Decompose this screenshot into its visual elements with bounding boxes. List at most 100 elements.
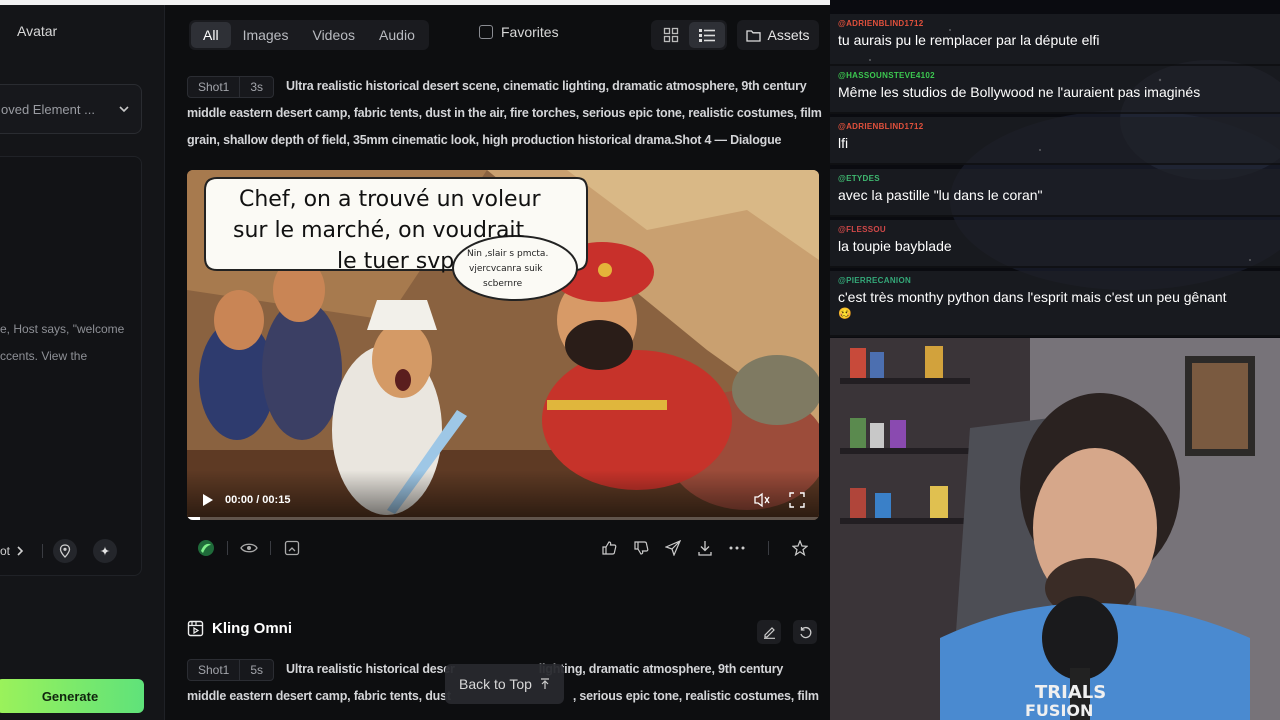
upscale-button[interactable] bbox=[281, 537, 303, 559]
shirt-text: FUSION bbox=[1025, 701, 1093, 720]
prompt-line: Ultra realistic historical deser bbox=[286, 662, 455, 676]
chat-message: @FLESSOU la toupie bayblade bbox=[830, 220, 1280, 268]
chat-emoji: 🥴 bbox=[838, 308, 852, 320]
chat-username: @FLESSOU bbox=[838, 225, 886, 234]
grid-view-button[interactable] bbox=[653, 22, 689, 48]
duration-label: 5s bbox=[250, 662, 264, 677]
more-button[interactable] bbox=[726, 537, 748, 559]
back-to-top-button[interactable]: Back to Top bbox=[445, 664, 564, 704]
video-clip-icon bbox=[187, 620, 204, 637]
shot-label: ot bbox=[0, 544, 11, 558]
favorites-checkbox[interactable] bbox=[479, 25, 493, 39]
favorites-label: Favorites bbox=[501, 24, 559, 40]
video-controls: 00:00 / 00:15 bbox=[187, 480, 819, 520]
list-view-button[interactable] bbox=[689, 22, 725, 48]
dislike-button[interactable] bbox=[630, 537, 652, 559]
favorite-button[interactable] bbox=[789, 537, 811, 559]
left-sidebar: Avatar oved Element ... e, Host says, "w… bbox=[0, 0, 165, 720]
tab-all[interactable]: All bbox=[191, 22, 231, 48]
assets-button[interactable]: Assets bbox=[737, 20, 819, 50]
item-action-bar bbox=[187, 532, 819, 564]
list-icon bbox=[699, 29, 715, 42]
prompt-line: middle eastern desert camp, fabric tents… bbox=[187, 106, 822, 120]
chat-text: avec la pastille "lu dans le coran" bbox=[838, 187, 1043, 203]
download-button[interactable] bbox=[694, 537, 716, 559]
prompt-line: middle eastern desert camp, fabric tents… bbox=[187, 689, 451, 703]
chat-message: @ADRIENBLIND1712 tu aurais pu le remplace… bbox=[830, 14, 1280, 66]
back-to-top-label: Back to Top bbox=[459, 676, 532, 692]
play-icon[interactable] bbox=[201, 493, 215, 507]
speech-line-small: scbernre bbox=[483, 279, 523, 289]
shot-duration-pill: Shot1 3s bbox=[187, 75, 275, 98]
chat-message: @ETYDES avec la pastille "lu dans le cora… bbox=[830, 169, 1280, 217]
chat-text: c'est très monthy python dans l'esprit m… bbox=[838, 289, 1227, 305]
thumbs-up-icon bbox=[602, 541, 617, 555]
duration-label: 3s bbox=[250, 79, 264, 94]
arrow-up-icon bbox=[540, 678, 549, 689]
video-progress-bar[interactable] bbox=[187, 517, 819, 520]
sparkle-icon bbox=[100, 546, 111, 556]
speech-line-small: Nin ,slair s pmcta. bbox=[467, 249, 548, 259]
element-select[interactable]: oved Element ... bbox=[0, 84, 142, 134]
folder-icon bbox=[746, 29, 762, 42]
stream-chat: @ADRIENBLIND1712 tu aurais pu le remplace… bbox=[830, 0, 1280, 338]
shot-label: Shot1 bbox=[198, 662, 230, 677]
top-highlight-bar bbox=[165, 0, 830, 5]
prompt-line: lighting, dramatic atmosphere, 9th centu… bbox=[538, 662, 784, 676]
chat-text: la toupie bayblade bbox=[838, 238, 952, 254]
chat-username: @HASSOUNSTEVE4102 bbox=[838, 71, 935, 80]
fullscreen-icon[interactable] bbox=[789, 492, 805, 508]
chat-text: lfi bbox=[838, 135, 849, 151]
preview-button[interactable] bbox=[238, 537, 260, 559]
tab-videos[interactable]: Videos bbox=[300, 22, 367, 48]
speech-line: le tuer svp bbox=[337, 249, 454, 274]
filter-tabs: All Images Videos Audio bbox=[189, 20, 429, 50]
share-button[interactable] bbox=[662, 537, 684, 559]
chat-message: @HASSOUNSTEVE4102 Même les studios de Bol… bbox=[830, 66, 1280, 114]
chat-text: Même les studios de Bollywood ne l'aurai… bbox=[838, 84, 1201, 100]
regenerate-button[interactable] bbox=[793, 620, 817, 644]
webcam-scene: TRIALS FUSION bbox=[830, 338, 1280, 720]
chat-username: @PIERRECANION bbox=[838, 276, 912, 285]
assets-label: Assets bbox=[767, 27, 810, 43]
video-time: 00:00 / 00:15 bbox=[225, 494, 291, 506]
chevron-right-icon bbox=[17, 546, 24, 556]
prompt-line: grain, shallow depth of field, 35mm cine… bbox=[187, 133, 782, 147]
like-button[interactable] bbox=[598, 537, 620, 559]
chat-message: @PIERRECANION c'est très monthy python da… bbox=[830, 271, 1280, 337]
favorites-filter[interactable]: Favorites bbox=[479, 24, 559, 40]
generate-button[interactable]: Generate bbox=[0, 679, 144, 713]
speech-line: Chef, on a trouvé un voleur bbox=[239, 187, 542, 212]
model-badge bbox=[195, 537, 217, 559]
model-logo-icon bbox=[198, 540, 214, 556]
divider bbox=[768, 541, 769, 555]
magic-button[interactable] bbox=[93, 539, 118, 563]
tab-audio[interactable]: Audio bbox=[367, 22, 427, 48]
generation-item-2-header: Kling Omni bbox=[187, 620, 292, 637]
location-button[interactable] bbox=[53, 539, 78, 563]
prompt-line: e, Host says, "welcome bbox=[0, 322, 125, 336]
speech-line-small: vjercvcanra suik bbox=[469, 264, 543, 274]
prompt-line: , serious epic tone, realistic costumes,… bbox=[572, 689, 819, 703]
item-2-tools bbox=[757, 620, 817, 644]
chat-text: tu aurais pu le remplacer par la députe … bbox=[838, 32, 1100, 48]
sidebar-action-row: ot bbox=[0, 534, 142, 568]
send-icon bbox=[665, 540, 681, 556]
pencil-icon bbox=[763, 626, 775, 639]
top-highlight-bar bbox=[0, 0, 165, 5]
thumbs-down-icon bbox=[634, 541, 649, 555]
volume-mute-icon[interactable] bbox=[753, 492, 771, 508]
shot-selector[interactable]: ot bbox=[0, 544, 24, 558]
speech-line: sur le marché, on voudrait bbox=[233, 218, 525, 243]
prompt-line: Ultra realistic historical desert scene,… bbox=[286, 79, 807, 93]
video-player[interactable]: Chef, on a trouvé un voleur sur le march… bbox=[187, 170, 819, 520]
prompt-text: e, Host says, "welcome ccents. View the bbox=[0, 316, 135, 370]
tab-images[interactable]: Images bbox=[231, 22, 301, 48]
model-title: Kling Omni bbox=[212, 620, 292, 637]
location-pin-icon bbox=[59, 544, 71, 558]
edit-button[interactable] bbox=[757, 620, 781, 644]
generation-item-1-prompt: Shot1 3s Ultra realistic historical dese… bbox=[187, 73, 822, 154]
divider bbox=[227, 541, 228, 555]
chat-username: @ADRIENBLIND1712 bbox=[838, 122, 924, 131]
refresh-icon bbox=[799, 626, 811, 638]
